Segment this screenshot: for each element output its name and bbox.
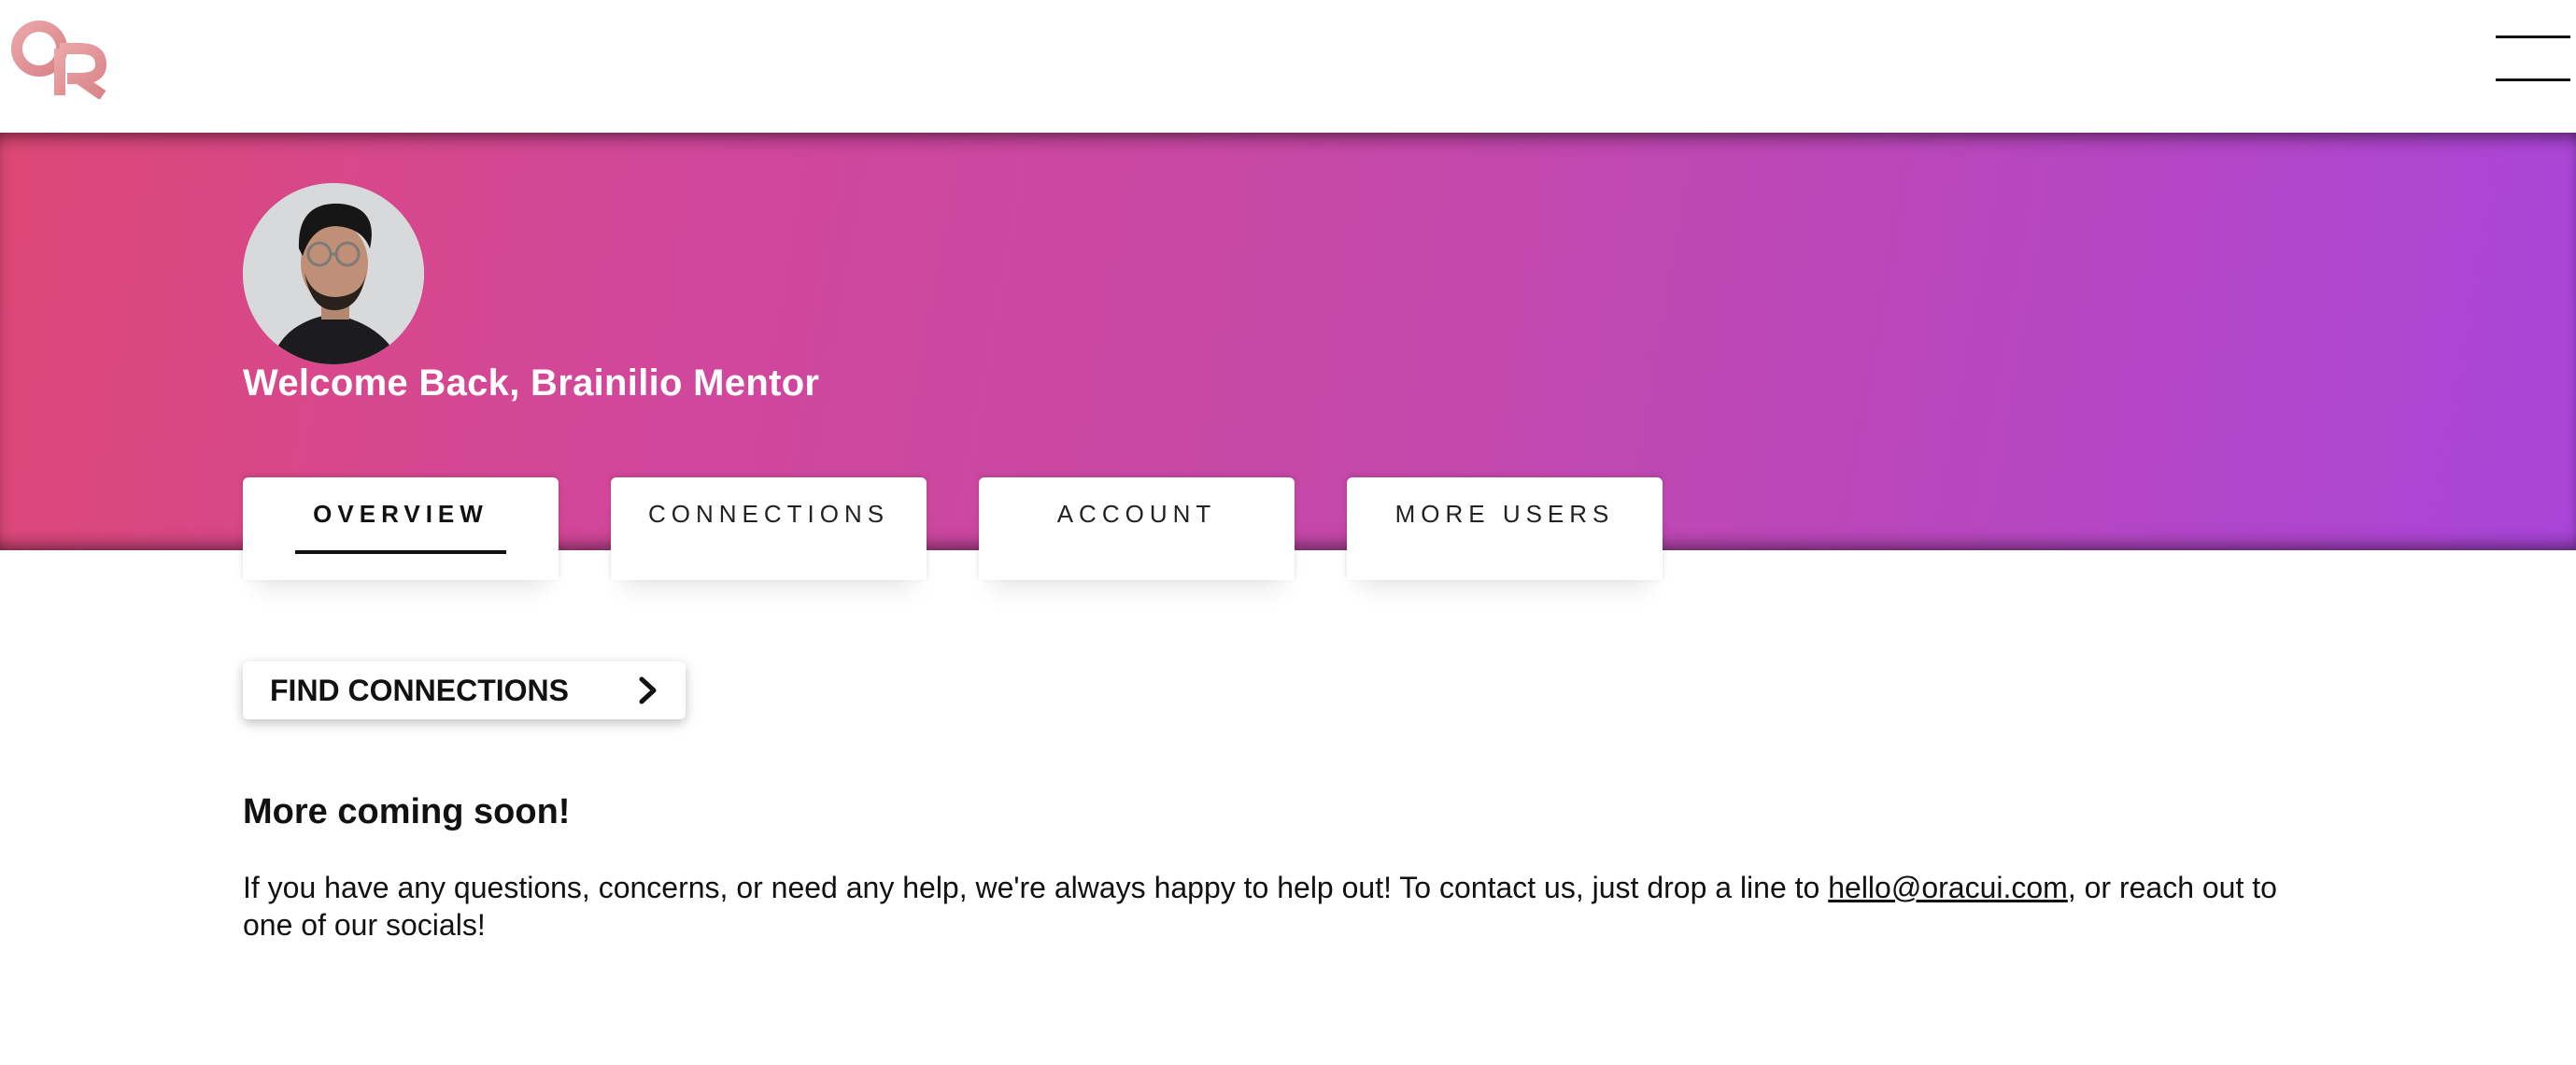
hamburger-icon: [2496, 36, 2570, 38]
tab-overview-label: OVERVIEW: [313, 500, 488, 528]
tab-overview[interactable]: OVERVIEW: [243, 477, 559, 580]
welcome-heading: Welcome Back, Brainilio Mentor: [243, 362, 820, 404]
tab-account[interactable]: ACCOUNT: [979, 477, 1295, 580]
active-tab-underline: [295, 550, 506, 554]
user-avatar-icon: [243, 183, 424, 364]
coming-soon-heading: More coming soon!: [243, 792, 571, 831]
tab-account-label: ACCOUNT: [1056, 500, 1217, 528]
top-nav-bar: [0, 0, 2576, 133]
tab-more-users[interactable]: MORE USERS: [1347, 477, 1663, 580]
tab-more-users-label: MORE USERS: [1394, 500, 1615, 528]
hamburger-menu-button[interactable]: [2496, 32, 2570, 88]
tab-connections-label: CONNECTIONS: [647, 500, 890, 528]
chevron-right-icon: [639, 676, 657, 704]
profile-avatar[interactable]: [243, 183, 424, 364]
tab-connections[interactable]: CONNECTIONS: [611, 477, 927, 580]
find-connections-label: FIND CONNECTIONS: [270, 674, 569, 707]
contact-text-before: If you have any questions, concerns, or …: [243, 871, 1829, 904]
hamburger-icon-line: [2496, 78, 2570, 81]
contact-paragraph: If you have any questions, concerns, or …: [243, 869, 2326, 944]
find-connections-button[interactable]: FIND CONNECTIONS: [243, 661, 686, 719]
oracui-logo[interactable]: [9, 21, 106, 99]
contact-email-link[interactable]: hello@oracui.com: [1828, 871, 2068, 904]
